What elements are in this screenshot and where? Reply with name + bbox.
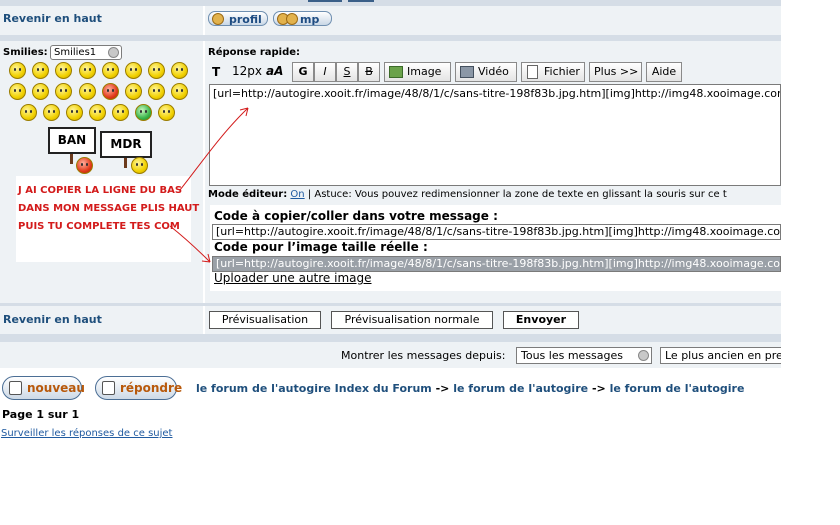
breadcrumb-separator: -> [591, 382, 606, 395]
page-info: Page 1 sur 1 [2, 408, 80, 421]
annotation-arrow-down [169, 225, 211, 263]
annotation-arrow-up [179, 107, 249, 191]
preview-button-label: Prévisualisation [221, 313, 309, 326]
since-select[interactable]: Tous les messages [516, 347, 652, 364]
send-button[interactable]: Envoyer [503, 311, 579, 329]
watch-topic-link[interactable]: Surveiller les réponses de ce sujet [1, 428, 172, 439]
normal-preview-button[interactable]: Prévisualisation normale [331, 311, 493, 329]
new-topic-icon [9, 381, 22, 395]
chevron-down-icon [638, 350, 649, 361]
preview-button[interactable]: Prévisualisation [209, 311, 321, 329]
order-select-value: Le plus ancien en pre [665, 349, 781, 362]
breadcrumb-separator: -> [435, 382, 450, 395]
breadcrumb-topic-link[interactable]: le forum de l'autogire [610, 382, 745, 395]
since-select-value: Tous les messages [521, 349, 623, 362]
order-select[interactable]: Le plus ancien en pre [660, 347, 781, 364]
filter-label: Montrer les messages depuis: [341, 349, 506, 362]
reply-icon [102, 381, 115, 395]
breadcrumb: le forum de l'autogire Index du Forum ->… [196, 382, 744, 395]
new-topic-button[interactable]: nouveau [2, 376, 85, 400]
breadcrumb-forum-link[interactable]: le forum de l'autogire [453, 382, 588, 395]
row-separator [0, 334, 781, 342]
normal-preview-button-label: Prévisualisation normale [344, 313, 480, 326]
reply-button[interactable]: répondre [95, 376, 182, 400]
back-to-top-link-bottom[interactable]: Revenir en haut [3, 313, 102, 326]
annotation-arrows [169, 107, 249, 263]
send-button-label: Envoyer [515, 313, 567, 326]
reply-label: répondre [120, 381, 183, 395]
new-topic-label: nouveau [27, 381, 85, 395]
breadcrumb-index-link[interactable]: le forum de l'autogire Index du Forum [196, 382, 432, 395]
